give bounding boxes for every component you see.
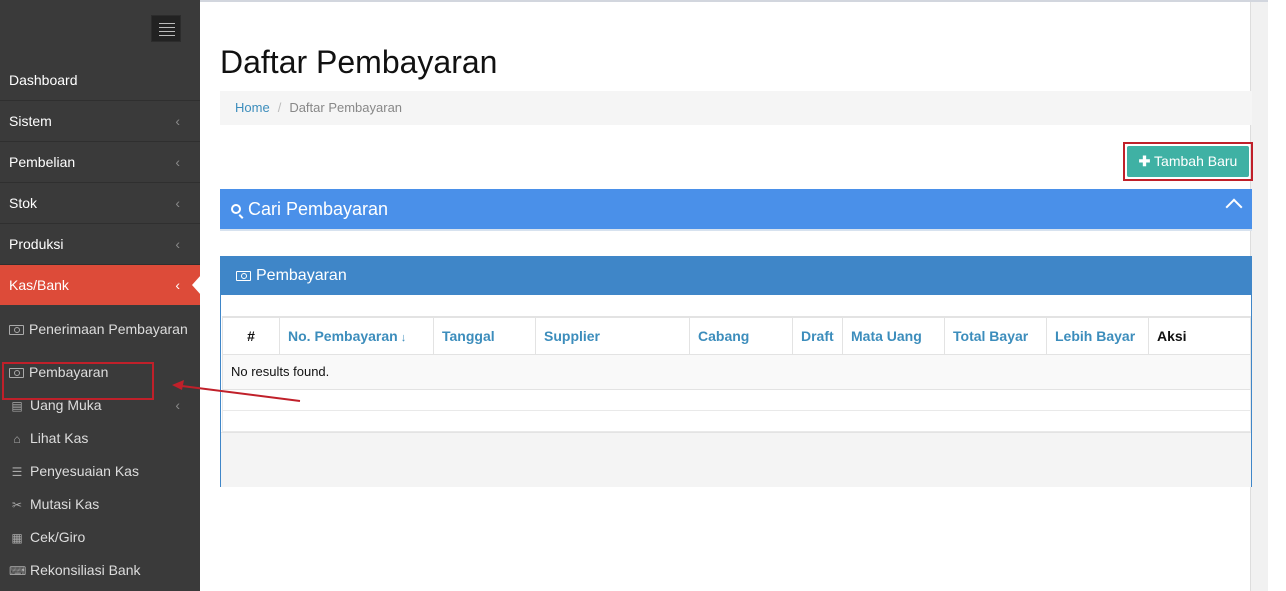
sidebar-item-pembelian[interactable]: Pembelian ‹ — [0, 142, 200, 183]
sidebar: Dashboard Sistem ‹ Pembelian ‹ Stok ‹ Produ… — [0, 0, 201, 591]
sidebar-subitem-lihat-kas[interactable]: ⌂ Lihat Kas — [0, 422, 200, 455]
blank-cell — [222, 409, 1251, 432]
menu-toggle-icon[interactable] — [151, 15, 181, 42]
sidebar-subitem-label: Rekonsiliasi Bank — [30, 562, 141, 578]
column-header-lebih-bayar[interactable]: Lebih Bayar — [1046, 316, 1149, 355]
sidebar-item-label: Sistem — [9, 113, 52, 129]
table-row — [222, 388, 1251, 411]
table-row: No results found. — [222, 353, 1251, 390]
add-new-button-label: Tambah Baru — [1154, 153, 1238, 169]
breadcrumb: Home / Daftar Pembayaran — [220, 91, 1252, 125]
sidebar-subitem-label: Penyesuaian Kas — [30, 463, 139, 479]
page-title: Daftar Pembayaran — [220, 44, 498, 80]
column-header-cabang[interactable]: Cabang — [689, 316, 793, 355]
sidebar-item-label: Kas/Bank — [9, 277, 69, 293]
sidebar-nav: Dashboard Sistem ‹ Pembelian ‹ Stok ‹ Produ… — [0, 60, 201, 305]
list-icon: ☰ — [11, 465, 23, 479]
sidebar-item-label: Produksi — [9, 236, 64, 252]
scissors-icon: ✂ — [11, 498, 23, 512]
annotation-arrow — [172, 380, 301, 402]
chevron-left-icon: ‹ — [175, 277, 180, 293]
chevron-left-icon: ‹ — [175, 113, 180, 129]
money-icon — [236, 271, 251, 281]
sidebar-subitem-label: Mutasi Kas — [30, 496, 100, 512]
sidebar-item-kas-bank[interactable]: Kas/Bank ‹ — [0, 265, 201, 305]
table-row — [222, 409, 1251, 432]
sidebar-item-dashboard[interactable]: Dashboard — [0, 60, 200, 101]
payments-panel: Pembayaran # No. Pembayaran ↓ Tanggal Sup… — [220, 256, 1252, 487]
sidebar-item-label: Pembelian — [9, 154, 76, 170]
breadcrumb-home-link[interactable]: Home — [235, 100, 270, 115]
payments-panel-header: Pembayaran — [221, 257, 1251, 295]
sidebar-subitem-penyesuaian-kas[interactable]: ☰ Penyesuaian Kas — [0, 455, 200, 488]
sidebar-item-sistem[interactable]: Sistem ‹ — [0, 101, 200, 142]
sidebar-subitem-mutasi-kas[interactable]: ✂ Mutasi Kas — [0, 488, 200, 521]
add-new-button[interactable]: ✚ Tambah Baru — [1127, 146, 1249, 177]
chevron-left-icon: ‹ — [175, 195, 180, 211]
column-header-total-bayar[interactable]: Total Bayar — [944, 316, 1047, 355]
column-header-draft[interactable]: Draft — [792, 316, 843, 355]
column-header-number: # — [222, 316, 280, 355]
breadcrumb-current: Daftar Pembayaran — [289, 100, 403, 115]
search-panel-header[interactable]: Cari Pembayaran — [220, 189, 1252, 231]
keyboard-icon: ⌨ — [9, 564, 27, 578]
sidebar-subitem-cek-giro[interactable]: ▦ Cek/Giro — [0, 521, 200, 554]
payments-table: # No. Pembayaran ↓ Tanggal Supplier Caban… — [222, 316, 1251, 432]
bank-icon: ⌂ — [13, 432, 21, 446]
sidebar-item-label: Dashboard — [9, 72, 78, 88]
payments-panel-title: Pembayaran — [256, 267, 347, 284]
search-panel-title: Cari Pembayaran — [248, 199, 389, 219]
column-header-aksi: Aksi — [1148, 316, 1251, 355]
list-alt-icon: ▦ — [11, 531, 23, 545]
sidebar-subitem-label: Lihat Kas — [30, 430, 89, 446]
sidebar-subitem-penerimaan-pembayaran[interactable]: Penerimaan Pembayaran — [0, 312, 200, 356]
chevron-left-icon: ‹ — [175, 236, 180, 252]
sidebar-submenu: Penerimaan Pembayaran Pembayaran ▤ Uang M… — [0, 312, 200, 587]
column-header-supplier[interactable]: Supplier — [535, 316, 690, 355]
sort-icon: ↓ — [400, 331, 407, 344]
money-icon — [9, 325, 24, 335]
sidebar-subitem-label: Cek/Giro — [30, 529, 86, 545]
highlight-box — [2, 362, 154, 400]
sidebar-item-produksi[interactable]: Produksi ‹ — [0, 224, 200, 265]
chevron-up-icon[interactable] — [1225, 198, 1243, 216]
column-header-label: No. Pembayaran — [288, 327, 398, 344]
sidebar-item-label: Stok — [9, 195, 38, 211]
blank-cell — [222, 388, 1251, 411]
panel-footer — [221, 432, 1251, 487]
column-header-no-pembayaran[interactable]: No. Pembayaran ↓ — [279, 316, 434, 355]
column-header-tanggal[interactable]: Tanggal — [433, 316, 536, 355]
plus-icon: ✚ — [1138, 153, 1151, 169]
breadcrumb-separator: / — [277, 100, 282, 115]
scrollbar[interactable] — [1250, 2, 1268, 591]
empty-table-message: No results found. — [222, 353, 1251, 390]
table-header-row: # No. Pembayaran ↓ Tanggal Supplier Caban… — [222, 316, 1251, 355]
sidebar-subitem-label: Penerimaan Pembayaran — [29, 321, 188, 337]
sidebar-item-stok[interactable]: Stok ‹ — [0, 183, 200, 224]
sidebar-subitem-rekonsiliasi-bank[interactable]: ⌨ Rekonsiliasi Bank — [0, 554, 200, 587]
chevron-left-icon: ‹ — [175, 154, 180, 170]
column-header-mata-uang[interactable]: Mata Uang — [842, 316, 945, 355]
search-icon — [231, 204, 241, 214]
